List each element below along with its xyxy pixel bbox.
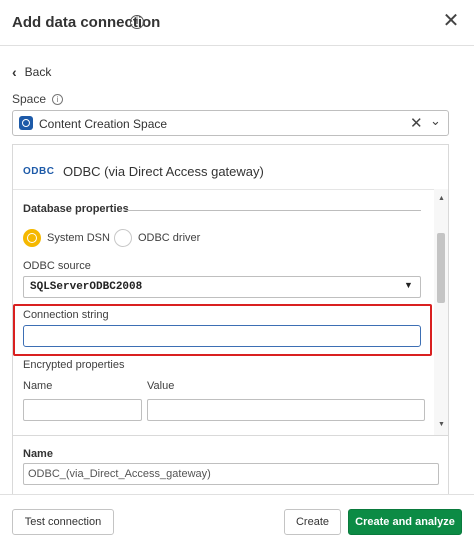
encrypted-value-input[interactable] (147, 399, 425, 421)
odbc-driver-radio[interactable] (113, 229, 132, 247)
system-dsn-radio[interactable] (23, 229, 41, 247)
divider (13, 189, 434, 190)
scrollbar-track[interactable] (434, 189, 448, 435)
connection-string-label: Connection string (23, 309, 109, 321)
dialog-footer: Test connection Create Create and analyz… (0, 494, 474, 547)
back-label: Back (24, 65, 52, 79)
odbc-logo: ODBC (23, 166, 55, 177)
odbc-source-select[interactable]: SQLServerODBC2008 ▼ (23, 276, 421, 298)
odbc-source-label: ODBC source (23, 260, 91, 272)
encrypted-value-header: Value (147, 380, 175, 392)
encrypted-name-input[interactable] (23, 399, 142, 421)
create-and-analyze-button[interactable]: Create and analyze (348, 509, 462, 535)
encrypted-properties-label: Encrypted properties (23, 359, 125, 371)
info-icon[interactable]: i (52, 93, 64, 105)
chevron-down-icon[interactable]: ⌄ (430, 113, 441, 129)
dialog-header: Add data connection i ✕ (0, 0, 474, 46)
connection-name-input[interactable] (23, 463, 439, 485)
connector-name: ODBC (via Direct Access gateway) (63, 164, 264, 179)
odbc-driver-label: ODBC driver (137, 232, 201, 244)
caret-down-icon: ▼ (404, 280, 413, 290)
connection-properties-panel: ODBC ODBC (via Direct Access gateway) ▲ … (12, 144, 449, 494)
scroll-down-icon[interactable]: ▼ (438, 421, 445, 428)
create-button[interactable]: Create (284, 509, 341, 535)
info-icon[interactable]: i (130, 15, 144, 29)
space-label-text: Space (12, 92, 47, 106)
divider (123, 210, 421, 211)
chevron-left-icon: ‹ (12, 64, 17, 80)
space-label: Space i (12, 92, 64, 106)
close-icon[interactable]: ✕ (442, 11, 460, 31)
name-label: Name (23, 448, 53, 460)
space-selected-value: Content Creation Space (39, 117, 168, 131)
space-icon (19, 116, 33, 130)
space-select[interactable]: Content Creation Space ✕ ⌄ (12, 110, 449, 136)
connection-string-input[interactable] (23, 325, 421, 347)
odbc-source-value: SQLServerODBC2008 (30, 281, 143, 293)
test-connection-button[interactable]: Test connection (12, 509, 114, 535)
clear-icon[interactable]: ✕ (410, 114, 423, 132)
dsn-radio-group: System DSN ODBC driver (23, 229, 200, 247)
system-dsn-label: System DSN (47, 232, 110, 244)
scroll-up-icon[interactable]: ▲ (438, 195, 445, 202)
name-section: Name (13, 435, 448, 494)
back-button[interactable]: ‹ Back (12, 64, 51, 80)
encrypted-name-header: Name (23, 380, 53, 392)
scrollbar-thumb[interactable] (437, 233, 445, 303)
database-properties-heading: Database properties (23, 203, 129, 215)
